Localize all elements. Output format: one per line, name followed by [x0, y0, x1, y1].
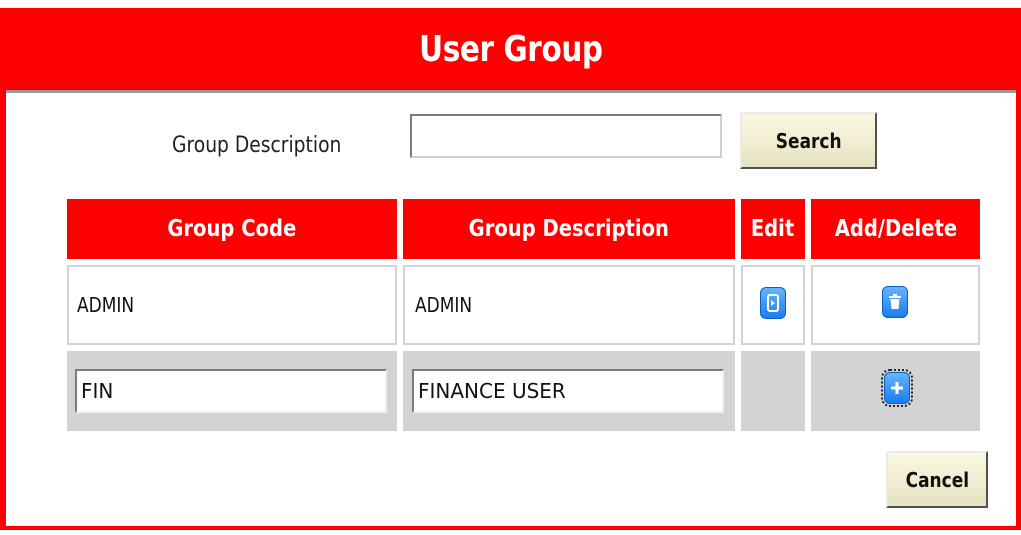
- plus-icon[interactable]: [881, 369, 913, 407]
- edit-glyph-icon: [767, 294, 779, 312]
- search-button-label: Search: [775, 128, 842, 153]
- new-group-description-input[interactable]: [412, 369, 724, 413]
- group-description-search-input[interactable]: [410, 114, 722, 158]
- title-bar: User Group: [6, 8, 1016, 93]
- trash-glyph-icon: [889, 294, 901, 309]
- header-group-description: Group Description: [403, 199, 735, 259]
- header-add-delete: Add/Delete: [811, 199, 980, 259]
- cancel-button-label: Cancel: [905, 467, 969, 492]
- table-row-description-cell: ADMIN: [403, 265, 735, 345]
- group-code-value: ADMIN: [77, 293, 135, 317]
- dialog-title: User Group: [419, 28, 603, 70]
- header-edit: Edit: [741, 199, 805, 259]
- table-row-code-cell: ADMIN: [67, 265, 397, 345]
- new-row-edit-cell: [741, 351, 805, 431]
- cancel-button[interactable]: Cancel: [886, 451, 988, 508]
- plus-glyph-icon: [891, 382, 903, 394]
- header-group-code: Group Code: [67, 199, 397, 259]
- search-button[interactable]: Search: [740, 112, 877, 169]
- new-group-code-input[interactable]: [75, 369, 387, 413]
- search-label: Group Description: [172, 133, 342, 158]
- trash-icon[interactable]: [882, 286, 908, 318]
- edit-icon[interactable]: [760, 287, 786, 319]
- group-description-value: ADMIN: [415, 293, 473, 317]
